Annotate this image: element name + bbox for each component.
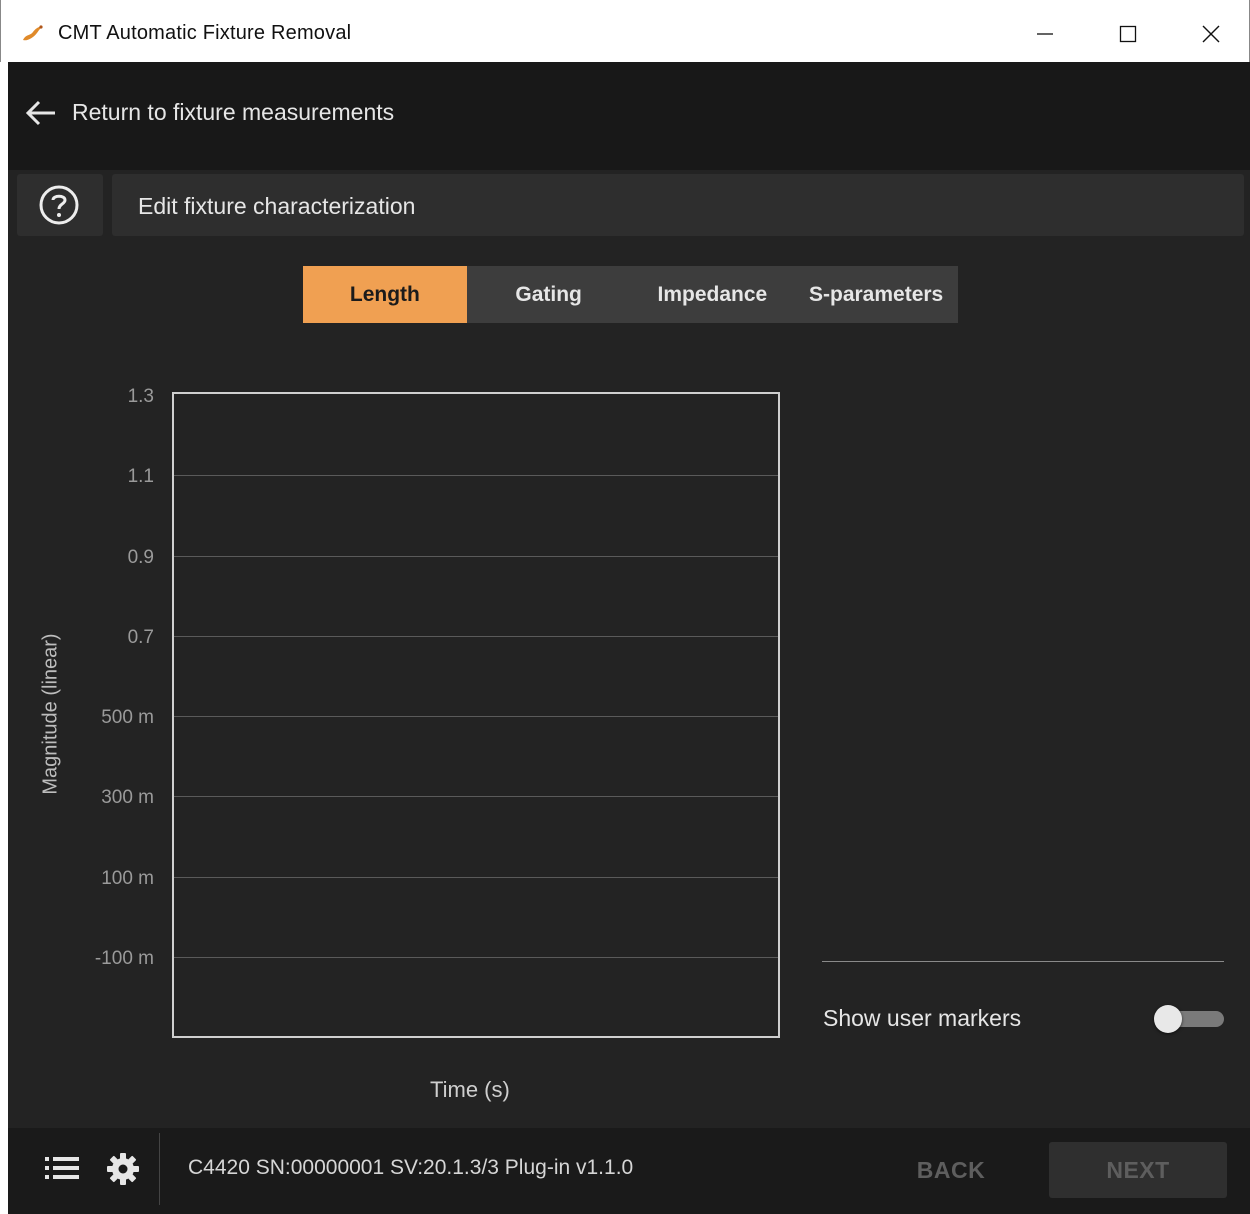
y-tick-label: 300 m xyxy=(101,787,154,809)
help-button[interactable] xyxy=(17,174,103,236)
tab-gating[interactable]: Gating xyxy=(467,266,631,323)
y-tick-label: 0.9 xyxy=(127,546,154,568)
app-content: Return to fixture measurements Edit fixt… xyxy=(8,62,1250,1214)
return-to-fixture-measurements-link[interactable]: Return to fixture measurements xyxy=(72,99,394,126)
device-info: C4420 SN:00000001 SV:20.1.3/3 Plug-in v1… xyxy=(188,1156,634,1179)
tab-length[interactable]: Length xyxy=(303,266,467,323)
close-icon[interactable] xyxy=(1191,18,1231,50)
tab-s-parameters[interactable]: S-parameters xyxy=(794,266,958,323)
grid-line xyxy=(174,475,778,477)
page-header: Edit fixture characterization xyxy=(112,174,1244,236)
footer-separator xyxy=(159,1133,160,1205)
y-tick-label: 500 m xyxy=(101,707,154,728)
plot-area[interactable] xyxy=(172,392,780,1038)
minimize-icon[interactable] xyxy=(1025,18,1065,50)
grid-line xyxy=(174,876,778,878)
maximize-icon[interactable] xyxy=(1108,18,1148,50)
toggle-knob xyxy=(1154,1005,1182,1033)
next-button[interactable]: NEXT xyxy=(1049,1142,1227,1198)
grid-line xyxy=(174,796,778,798)
panel-divider xyxy=(822,961,1224,962)
tab-impedance[interactable]: Impedance xyxy=(631,266,795,323)
show-user-markers-toggle[interactable] xyxy=(1154,1005,1224,1033)
grid-line xyxy=(174,555,778,557)
y-tick-label: 1.3 xyxy=(127,386,154,407)
y-tick-label: 1.1 xyxy=(127,466,154,488)
help-icon xyxy=(39,185,79,225)
y-tick-label: -100 m xyxy=(94,947,154,969)
page-title: Edit fixture characterization xyxy=(138,193,416,219)
grid-line xyxy=(174,635,778,637)
window-title: CMT Automatic Fixture Removal xyxy=(58,22,352,44)
grid-line xyxy=(174,716,778,717)
gear-icon[interactable] xyxy=(106,1152,140,1186)
top-nav-bar: Return to fixture measurements xyxy=(8,62,1250,170)
x-axis-label: Time (s) xyxy=(430,1077,510,1102)
show-user-markers-label: Show user markers xyxy=(823,1005,1022,1031)
y-tick-label: 100 m xyxy=(101,867,154,889)
back-arrow-icon[interactable] xyxy=(24,98,58,128)
y-axis-label: Magnitude (linear) xyxy=(39,633,62,795)
grid-line xyxy=(174,956,778,958)
tab-bar: Length Gating Impedance S-parameters xyxy=(303,266,958,323)
window-title-bar: CMT Automatic Fixture Removal xyxy=(0,0,1250,62)
y-tick-label: 0.7 xyxy=(127,626,154,648)
list-icon[interactable] xyxy=(44,1152,80,1184)
footer-bar: C4420 SN:00000001 SV:20.1.3/3 Plug-in v1… xyxy=(8,1128,1250,1214)
back-button[interactable]: BACK xyxy=(888,1142,1014,1198)
dragon-app-icon xyxy=(23,25,43,41)
